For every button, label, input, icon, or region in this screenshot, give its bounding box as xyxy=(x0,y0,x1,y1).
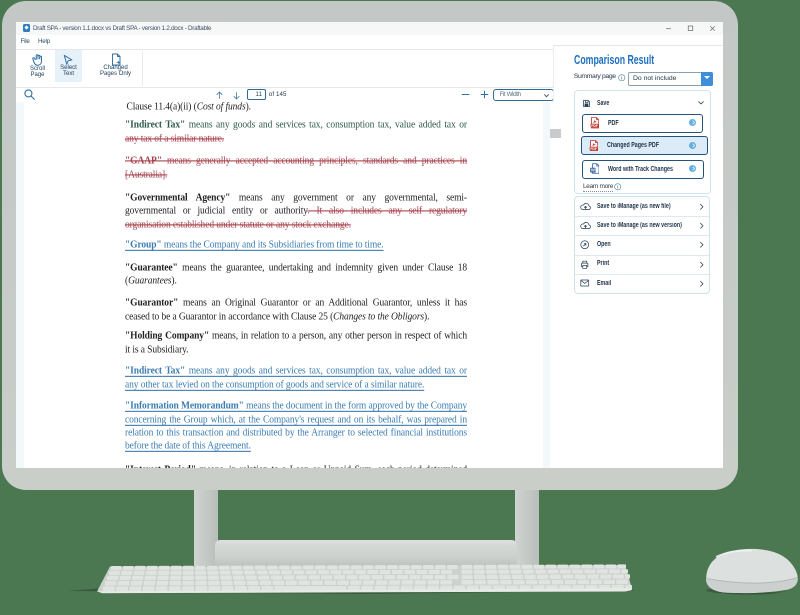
svg-text:PDF: PDF xyxy=(591,124,598,128)
svg-text:PDF: PDF xyxy=(590,147,597,151)
svg-text:W: W xyxy=(590,168,594,173)
